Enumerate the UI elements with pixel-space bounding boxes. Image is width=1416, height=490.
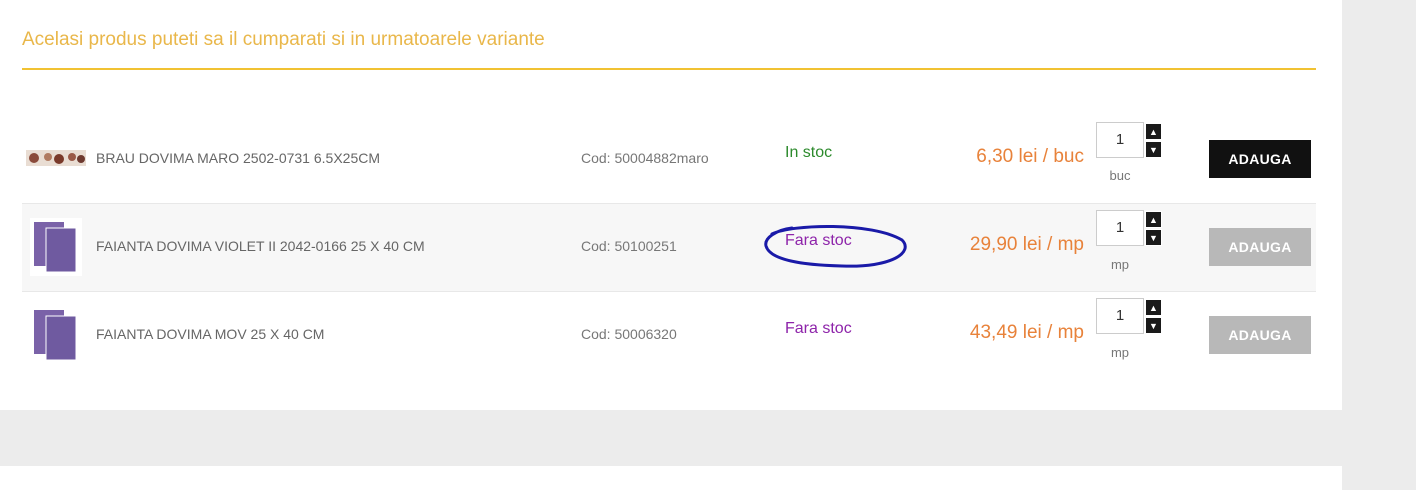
quantity-increase-button[interactable]: ▲ xyxy=(1145,299,1162,316)
product-name[interactable]: BRAU DOVIMA MARO 2502-0731 6.5X25CM xyxy=(96,150,380,166)
section-title: Acelasi produs puteti sa il cumparati si… xyxy=(22,29,545,50)
quantity-input[interactable]: 1 xyxy=(1096,298,1144,334)
product-price: 29,90 lei / mp xyxy=(969,234,1084,255)
unit-label: mp xyxy=(1110,345,1130,360)
quantity-decrease-button[interactable]: ▼ xyxy=(1145,141,1162,158)
unit-label: mp xyxy=(1110,257,1130,272)
quantity-decrease-button[interactable]: ▼ xyxy=(1145,229,1162,246)
product-thumbnail[interactable] xyxy=(30,218,82,276)
quantity-input[interactable]: 1 xyxy=(1096,210,1144,246)
product-code: Cod: 50100251 xyxy=(581,238,677,254)
table-row: FAIANTA DOVIMA VIOLET II 2042-0166 25 X … xyxy=(22,204,1316,292)
product-price: 6,30 lei / buc xyxy=(976,146,1084,167)
add-to-cart-button[interactable]: ADAUGA xyxy=(1209,316,1311,354)
unit-label: buc xyxy=(1109,168,1131,183)
product-name[interactable]: FAIANTA DOVIMA VIOLET II 2042-0166 25 X … xyxy=(96,238,425,254)
quantity-increase-button[interactable]: ▲ xyxy=(1145,123,1162,140)
product-price: 43,49 lei / mp xyxy=(969,322,1084,343)
product-thumbnail[interactable] xyxy=(30,306,82,364)
quantity-increase-button[interactable]: ▲ xyxy=(1145,211,1162,228)
product-code: Cod: 50006320 xyxy=(581,326,677,342)
next-section-panel xyxy=(0,466,1342,490)
product-code: Cod: 50004882maro xyxy=(581,150,709,166)
title-divider xyxy=(22,68,1316,70)
product-name[interactable]: FAIANTA DOVIMA MOV 25 X 40 CM xyxy=(96,326,324,342)
product-thumbnail[interactable] xyxy=(26,150,86,166)
quantity-input[interactable]: 1 xyxy=(1096,122,1144,158)
add-to-cart-button[interactable]: ADAUGA xyxy=(1209,228,1311,266)
stock-status: In stoc xyxy=(785,144,833,161)
variants-panel: Acelasi produs puteti sa il cumparati si… xyxy=(0,0,1342,410)
add-to-cart-button[interactable]: ADAUGA xyxy=(1209,140,1311,178)
stock-status: Fara stoc xyxy=(785,232,852,249)
quantity-decrease-button[interactable]: ▼ xyxy=(1145,317,1162,334)
table-row: FAIANTA DOVIMA MOV 25 X 40 CM Cod: 50006… xyxy=(22,292,1316,379)
table-row: BRAU DOVIMA MARO 2502-0731 6.5X25CM Cod:… xyxy=(22,116,1316,204)
stock-status: Fara stoc xyxy=(785,320,852,337)
